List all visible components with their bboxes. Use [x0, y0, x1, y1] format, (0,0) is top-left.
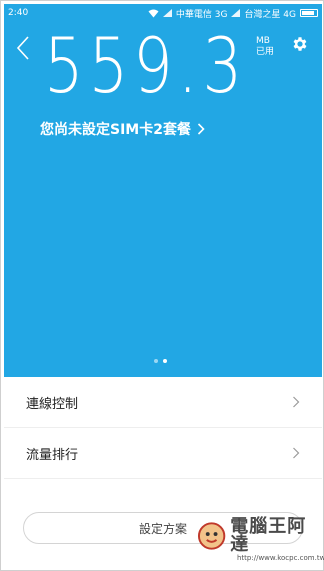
wifi-icon	[148, 9, 159, 17]
page-dot-active	[163, 359, 167, 363]
watermark-text: 電腦王阿達	[230, 516, 307, 555]
signal-icon	[231, 9, 241, 17]
chevron-right-icon	[293, 396, 300, 408]
watermark-url: http://www.kocpc.com.tw	[237, 554, 324, 562]
menu-item-connection-control[interactable]: 連線控制	[4, 377, 322, 428]
usage-panel[interactable]: 559.3 MB 已用 您尚未設定SIM卡2套餐	[4, 22, 322, 377]
carrier1-label: 中華電信 3G	[175, 9, 228, 20]
sim-prompt-text: 您尚未設定SIM卡2套餐	[40, 122, 191, 138]
settings-gear-icon[interactable]	[291, 35, 309, 53]
watermark-logo-icon	[197, 522, 226, 550]
back-chevron-icon[interactable]	[14, 34, 34, 62]
menu-item-traffic-ranking[interactable]: 流量排行	[4, 428, 322, 479]
unit-label: MB	[256, 36, 270, 46]
usage-unit: MB 已用	[256, 36, 274, 58]
battery-icon	[300, 9, 318, 17]
page-indicator	[154, 359, 167, 363]
sim2-plan-link[interactable]: 您尚未設定SIM卡2套餐	[40, 119, 205, 139]
menu-list: 連線控制 流量排行	[4, 377, 322, 479]
menu-item-label: 流量排行	[26, 447, 79, 463]
menu-item-label: 連線控制	[26, 396, 79, 412]
usage-value: 559.3	[44, 21, 248, 110]
page-dot	[154, 359, 158, 363]
status-time: 2:40	[8, 8, 29, 18]
carrier2-label: 台灣之星 4G	[244, 9, 296, 20]
status-bar: 2:40 中華電信 3G 台灣之星 4G	[4, 4, 322, 22]
watermark: 電腦王阿達 http://www.kocpc.com.tw	[197, 516, 324, 562]
status-indicators: 中華電信 3G 台灣之星 4G	[148, 7, 318, 20]
chevron-right-icon	[197, 123, 205, 135]
unit-sub-label: 已用	[256, 47, 275, 57]
phone-screen: 2:40 中華電信 3G 台灣之星 4G 559.3 MB 已用 您尚未設定SI…	[0, 0, 324, 571]
chevron-right-icon	[293, 447, 300, 459]
signal-icon	[162, 9, 172, 17]
